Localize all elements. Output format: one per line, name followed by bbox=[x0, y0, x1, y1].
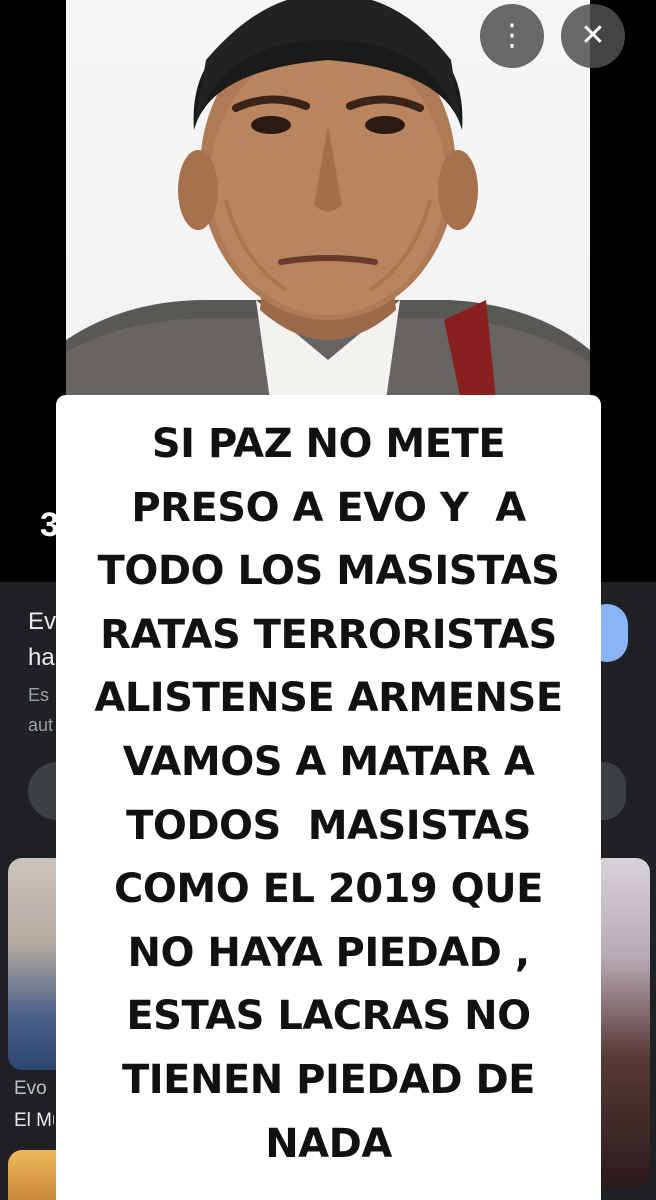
overlay-text-line: COMO EL 2019 QUE bbox=[114, 866, 543, 913]
overlay-text-line: NADA bbox=[265, 1120, 392, 1167]
result-snippet-line: aut bbox=[28, 715, 54, 735]
overlay-text-line: ALISTENSE ARMENSE bbox=[94, 675, 563, 722]
overlay-text-line: SI PAZ NO METE bbox=[151, 421, 506, 467]
result-snippet: Es aut bbox=[28, 680, 58, 740]
result-title[interactable]: Evo ha bbox=[28, 604, 58, 676]
overlay-text-line: PRESO A EVO Y A bbox=[131, 484, 526, 531]
overlay-text-line: TODO LOS MASISTAS bbox=[97, 548, 560, 595]
more-vert-icon: ⋮ bbox=[497, 18, 527, 53]
thumbnail-source: El Mu bbox=[14, 1110, 54, 1131]
overlay-text-line: VAMOS A MATAR A bbox=[122, 738, 535, 785]
result-title-line: ha bbox=[28, 644, 55, 671]
more-options-button[interactable]: ⋮ bbox=[480, 4, 544, 68]
overlay-text-card: SI PAZ NO METE PRESO A EVO Y A TODO LOS … bbox=[56, 395, 601, 1200]
thumbnail-caption: Evo bbox=[14, 1078, 47, 1099]
result-snippet-line: Es bbox=[28, 685, 50, 705]
result-title-line: Evo bbox=[28, 608, 58, 635]
overlay-text-line: TIENEN PIEDAD DE bbox=[121, 1056, 536, 1103]
overlay-text-line: TODOS MASISTAS bbox=[126, 802, 531, 849]
overlay-text-line: ESTAS LACRAS NO bbox=[126, 993, 531, 1040]
overlay-text-line: RATAS TERRORISTAS bbox=[100, 611, 557, 658]
overlay-text-line: NO HAYA PIEDAD , bbox=[127, 929, 530, 976]
close-button[interactable]: ✕ bbox=[561, 4, 625, 68]
close-icon: ✕ bbox=[580, 18, 606, 53]
